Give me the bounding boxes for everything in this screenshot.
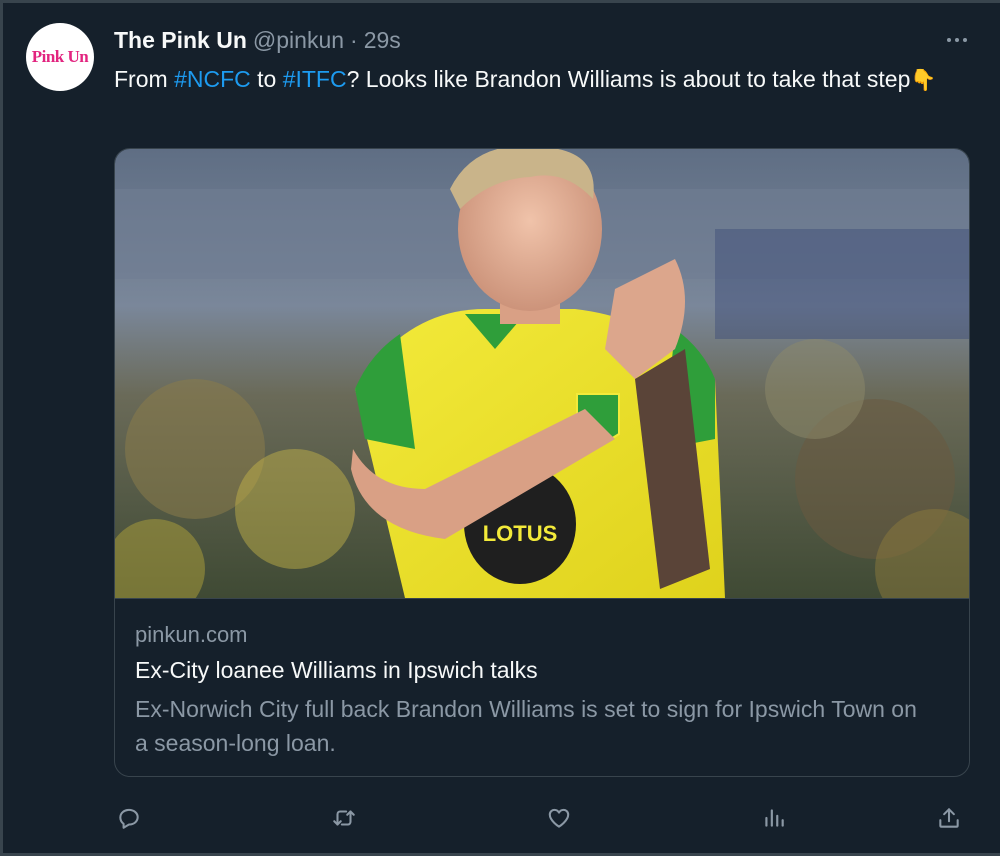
tweet-text-part: to bbox=[250, 66, 283, 92]
hashtag-link[interactable]: #NCFC bbox=[174, 66, 251, 92]
share-icon bbox=[939, 808, 959, 828]
author-handle[interactable]: @pinkun bbox=[253, 27, 344, 54]
like-button[interactable] bbox=[541, 800, 577, 836]
card-title: Ex-City loanee Williams in Ipswich talks bbox=[135, 657, 538, 683]
reply-icon bbox=[119, 808, 139, 829]
avatar[interactable]: Pink Un bbox=[26, 23, 94, 91]
pointing-down-emoji: 👇 bbox=[910, 69, 937, 92]
card-description: Ex-Norwich City full back Brandon Willia… bbox=[135, 696, 917, 756]
tweet-text-part: ? Looks like Brandon Williams is about t… bbox=[346, 66, 911, 92]
tweet-actions bbox=[114, 800, 970, 836]
reply-button[interactable] bbox=[111, 800, 147, 836]
views-icon bbox=[765, 809, 784, 827]
card-image[interactable]: LOTUS bbox=[115, 149, 970, 598]
hashtag-link[interactable]: #ITFC bbox=[283, 66, 347, 92]
tweet-header: The Pink Un @pinkun · 29s bbox=[114, 27, 401, 57]
views-button[interactable] bbox=[756, 800, 792, 836]
link-preview-card[interactable]: LOTUS pinkun.com Ex-City loanee Williams… bbox=[114, 148, 970, 777]
left-border bbox=[0, 0, 3, 856]
top-border bbox=[0, 0, 1000, 3]
retweet-button[interactable] bbox=[326, 800, 362, 836]
retweet-icon bbox=[333, 810, 355, 826]
card-domain: pinkun.com bbox=[135, 622, 248, 647]
tweet-text-part: From bbox=[114, 66, 175, 92]
author-name[interactable]: The Pink Un bbox=[114, 27, 247, 54]
shirt-sponsor: LOTUS bbox=[483, 521, 558, 546]
more-options-icon[interactable] bbox=[944, 30, 970, 50]
avatar-logo-text: Pink Un bbox=[31, 47, 89, 66]
separator-dot: · bbox=[350, 27, 358, 53]
share-button[interactable] bbox=[931, 800, 967, 836]
tweet-text: From #NCFC to #ITFC? Looks like Brandon … bbox=[114, 62, 964, 98]
card-meta[interactable]: pinkun.com Ex-City loanee Williams in Ip… bbox=[115, 598, 969, 776]
heart-icon bbox=[548, 808, 570, 828]
timestamp[interactable]: 29s bbox=[364, 27, 401, 54]
